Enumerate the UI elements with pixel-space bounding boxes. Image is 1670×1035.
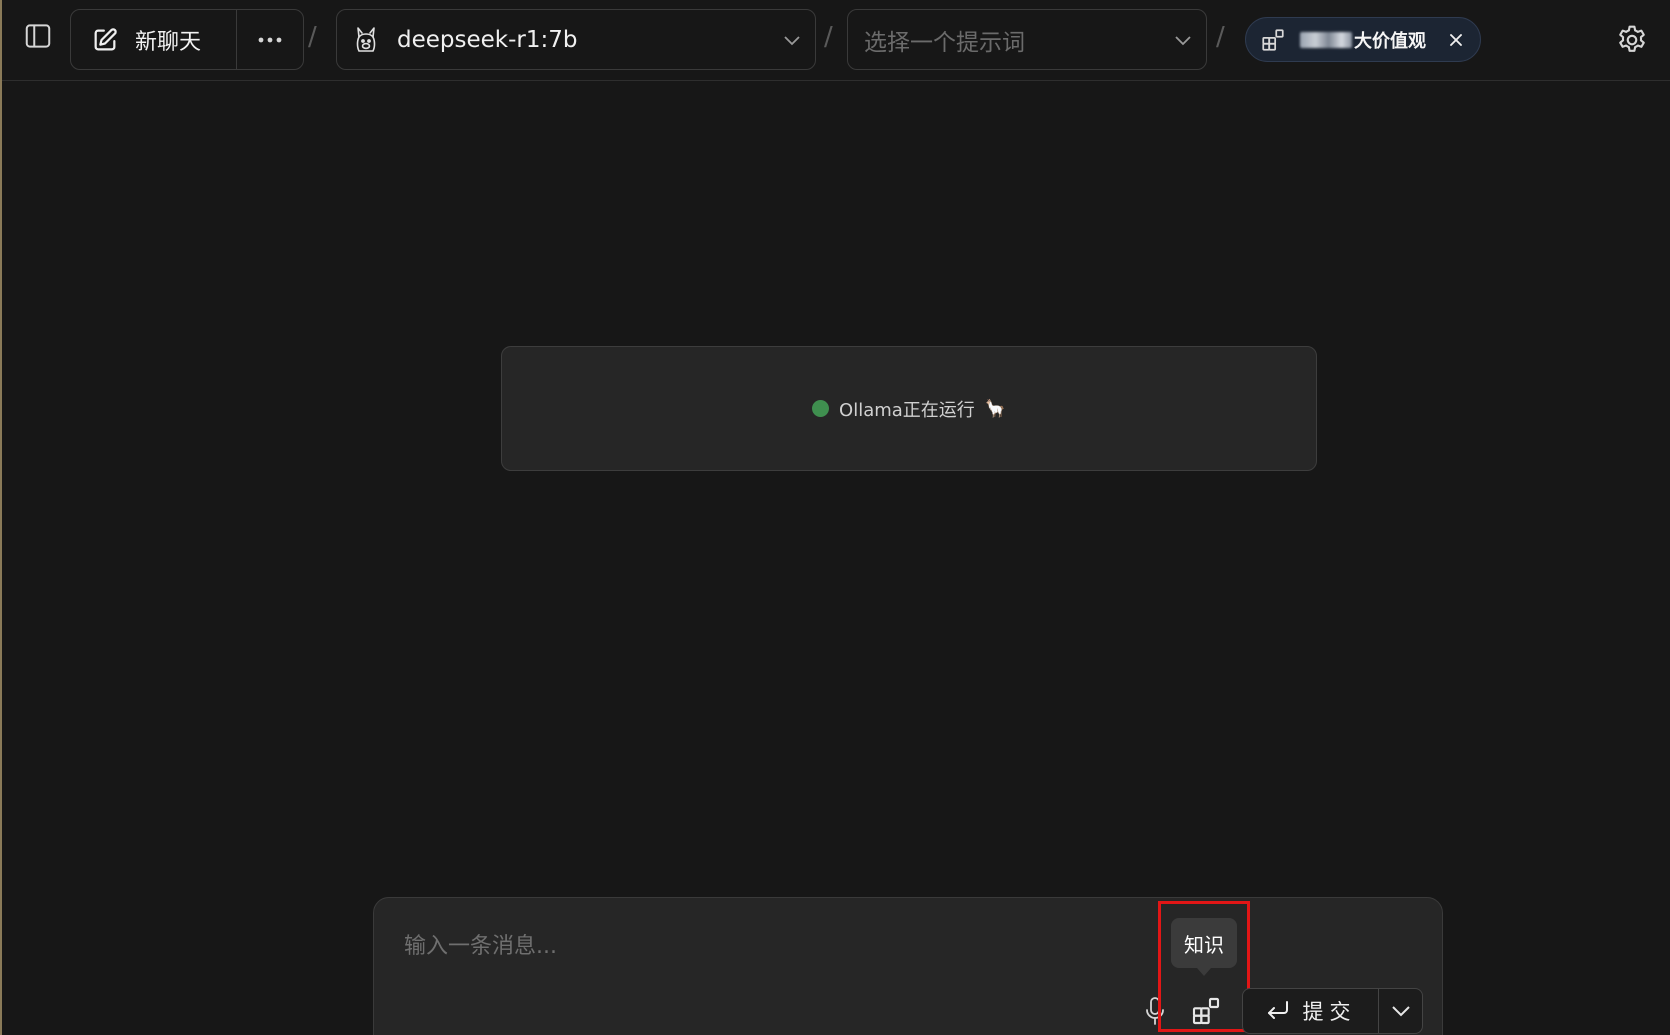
status-indicator-dot: [812, 400, 830, 417]
status-text: Ollama正在运行: [839, 399, 975, 421]
chevron-down-icon: [1175, 35, 1191, 45]
ollama-status-card: Ollama正在运行 🦙: [501, 346, 1317, 471]
chevron-down-icon: [1391, 1006, 1410, 1017]
new-chat-label: 新聊天: [135, 29, 202, 55]
message-input[interactable]: [402, 928, 1106, 964]
gear-icon: [1619, 25, 1645, 52]
remove-knowledge-button[interactable]: [1444, 28, 1468, 52]
model-select-value: deepseek-r1:7b: [397, 26, 578, 53]
prompt-select[interactable]: 选择一个提示词: [847, 9, 1207, 70]
chevron-down-icon: [784, 35, 800, 45]
blocks-icon: [1262, 28, 1284, 51]
knowledge-tooltip: 知识: [1171, 918, 1237, 976]
submit-group: 提交: [1242, 988, 1423, 1034]
llama-emoji: 🦙: [984, 398, 1006, 419]
settings-button[interactable]: [1614, 22, 1650, 58]
breadcrumb-separator: /: [1216, 22, 1225, 52]
new-chat-group: 新聊天: [70, 9, 304, 70]
submit-label: 提交: [1302, 1000, 1357, 1024]
blocks-icon: [1192, 997, 1220, 1025]
submit-button[interactable]: 提交: [1243, 989, 1379, 1033]
knowledge-button[interactable]: [1186, 992, 1226, 1030]
top-bar: 新聊天 / deepseek-r1:7b / 选择一个提示词 / 大价值观: [2, 0, 1670, 81]
microphone-icon: [1146, 997, 1164, 1025]
knowledge-base-label: 大价值观: [1354, 30, 1426, 52]
prompt-select-placeholder: 选择一个提示词: [864, 29, 1025, 56]
breadcrumb-separator: /: [824, 22, 833, 52]
knowledge-base-tag[interactable]: 大价值观: [1245, 17, 1481, 62]
model-select[interactable]: deepseek-r1:7b: [336, 9, 816, 70]
llama-icon: [356, 26, 376, 52]
voice-input-button[interactable]: [1140, 994, 1170, 1028]
sidebar-toggle-button[interactable]: [22, 20, 54, 52]
pencil-square-icon: [94, 27, 117, 50]
sidebar-panel-icon: [25, 24, 51, 48]
submit-options-button[interactable]: [1379, 989, 1422, 1033]
breadcrumb-separator: /: [308, 22, 317, 52]
redacted-text: [1300, 31, 1352, 48]
new-chat-button[interactable]: 新聊天: [71, 10, 237, 69]
app-window: 新聊天 / deepseek-r1:7b / 选择一个提示词 / 大价值观 Ol…: [0, 0, 1670, 1035]
enter-arrow-icon: [1267, 1001, 1288, 1019]
more-options-button[interactable]: [237, 10, 303, 69]
message-composer: 知识 提交: [373, 897, 1443, 1035]
ellipsis-icon: [258, 37, 282, 42]
close-icon: [1450, 33, 1462, 46]
